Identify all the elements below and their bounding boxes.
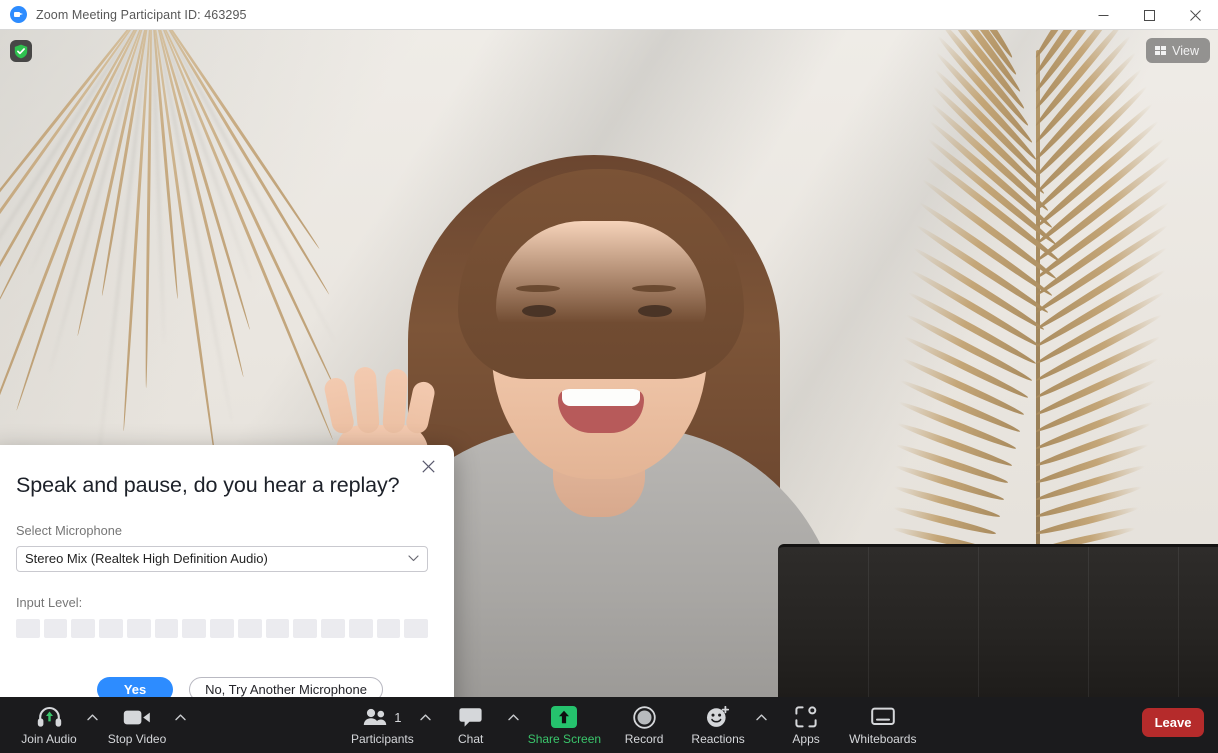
chevron-up-icon [508,713,519,720]
input-level-segment [293,619,318,638]
toolbar-caret-reactions[interactable] [753,699,769,751]
dialog-close-button[interactable] [414,452,442,480]
whiteboard-monitor-icon [870,704,895,730]
close-icon [1189,9,1201,21]
zoom-meeting-window: Zoom Meeting Participant ID: 463295 View… [0,0,1218,753]
toolbar-item-join-audio[interactable]: Join Audio [12,699,86,751]
input-level-segment [126,619,151,638]
toolbar-item-apps[interactable]: Apps [769,699,843,751]
chevron-up-icon [755,713,767,720]
toolbar-left-group: Join Audio Stop Video [12,699,188,751]
leave-button[interactable]: Leave [1142,708,1204,737]
input-level-segment [154,619,179,638]
chevron-up-icon [174,713,186,720]
maximize-button[interactable] [1126,0,1172,30]
input-level-segment [182,619,207,638]
input-level-meter [16,619,429,638]
view-button-label: View [1172,43,1199,58]
encryption-status-badge[interactable] [10,40,32,62]
toolbar-caret-chat[interactable] [506,699,522,751]
input-level-segment [43,619,68,638]
toolbar-item-label: Stop Video [107,732,167,746]
toolbar-item-whiteboards[interactable]: Whiteboards [843,699,922,751]
audio-test-dialog: Speak and pause, do you hear a replay? S… [0,445,454,697]
input-level-segment [16,619,40,638]
input-level-label: Input Level: [16,595,83,610]
chevron-up-icon [420,713,431,720]
input-level-segment [210,619,234,638]
grid-view-icon [1154,45,1167,56]
dialog-title: Speak and pause, do you hear a replay? [16,473,400,497]
record-circle-icon [632,704,656,730]
shield-check-icon [14,44,28,58]
input-level-segment [237,619,262,638]
minimize-button[interactable] [1080,0,1126,30]
zoom-logo-icon [10,6,27,23]
toolbar-item-record[interactable]: Record [607,699,681,751]
meeting-toolbar: Join Audio Stop Video 1 Participants Chat Sh… [0,697,1218,753]
toolbar-item-label: Record [624,732,664,746]
toolbar-item-label: Apps [792,732,820,746]
toolbar-item-participants[interactable]: 1 Participants [345,699,420,751]
microphone-select-label: Select Microphone [16,523,122,538]
close-icon [421,459,435,473]
microphone-select[interactable]: Stereo Mix (Realtek High Definition Audi… [16,546,428,572]
title-bar: Zoom Meeting Participant ID: 463295 [0,0,1218,30]
maximize-icon [1143,9,1155,21]
video-stage: View Speak and pause, do you hear a repl… [0,30,1218,697]
toolbar-item-label: Share Screen [527,732,602,746]
dialog-actions: Yes No, Try Another Microphone [0,677,454,697]
toolbar-item-label: Participants [351,732,414,746]
chat-bubble-icon [459,704,482,730]
window-title: Zoom Meeting Participant ID: 463295 [36,7,247,22]
toolbar-caret-join-audio[interactable] [84,699,100,751]
camera-icon [123,704,151,730]
input-level-segment [376,619,401,638]
input-level-segment [404,619,429,638]
toolbar-caret-participants[interactable] [418,699,434,751]
input-level-segment [348,619,373,638]
toolbar-item-share-screen[interactable]: Share Screen [522,699,607,751]
yes-button[interactable]: Yes [97,677,174,697]
participants-count: 1 [394,709,402,725]
input-level-segment [321,619,345,638]
minimize-icon [1098,14,1108,16]
toolbar-caret-stop-video[interactable] [172,699,188,751]
apps-icon [795,704,817,730]
window-controls [1080,0,1218,30]
toolbar-item-label: Chat [458,732,484,746]
participants-icon: 1 [363,704,401,730]
view-button[interactable]: View [1145,38,1210,63]
try-another-microphone-button[interactable]: No, Try Another Microphone [189,677,383,697]
toolbar-item-chat[interactable]: Chat [434,699,508,751]
input-level-segment [265,619,290,638]
share-screen-icon [551,704,578,730]
microphone-select-wrap: Stereo Mix (Realtek High Definition Audi… [16,546,428,572]
close-button[interactable] [1172,0,1218,30]
input-level-segment [71,619,96,638]
reactions-smiley-icon [706,704,730,730]
toolbar-item-label: Whiteboards [849,732,917,746]
headset-audio-icon [37,704,62,730]
toolbar-center-group: 1 Participants Chat Share Screen Record React… [345,699,922,751]
toolbar-item-stop-video[interactable]: Stop Video [100,699,174,751]
plant-pot [778,544,1218,697]
toolbar-item-reactions[interactable]: Reactions [681,699,755,751]
input-level-segment [99,619,123,638]
toolbar-item-label: Reactions [691,732,745,746]
toolbar-item-label: Join Audio [21,732,77,746]
chevron-up-icon [86,713,98,720]
